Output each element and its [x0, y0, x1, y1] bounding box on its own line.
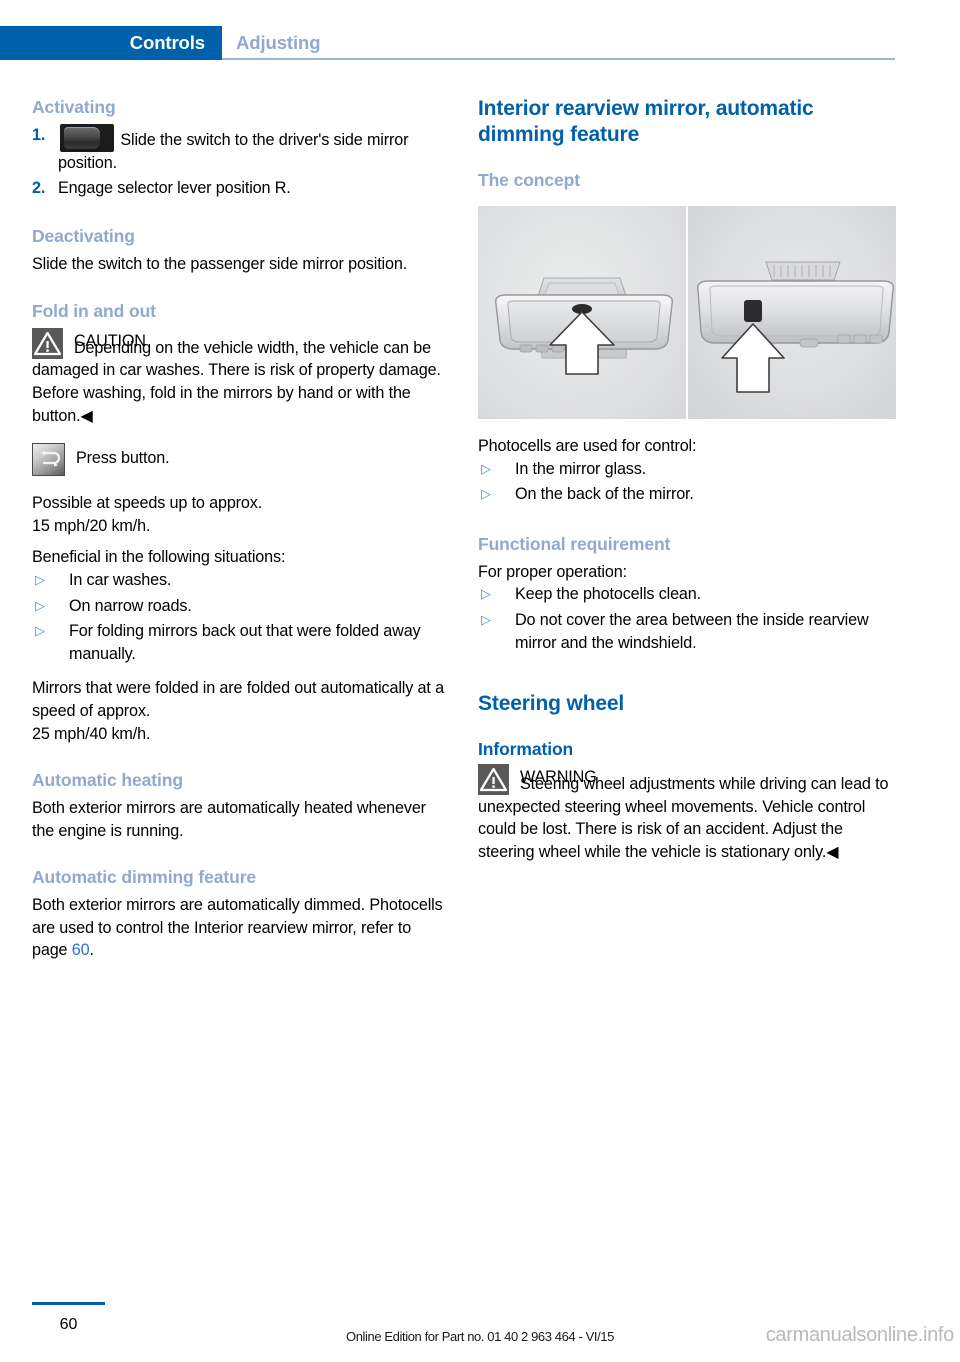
speed-note-line1: Possible at speeds up to approx.: [32, 494, 263, 513]
tab-adjusting[interactable]: Adjusting: [236, 26, 321, 60]
caution-text: Depending on the vehicle width, the vehi…: [32, 338, 441, 425]
triangle-bullet-icon: ▷: [481, 611, 491, 627]
list-item: 2. Engage selector lever position R.: [32, 177, 450, 200]
speed-note-line2: 15 mph/20 km/h.: [32, 516, 151, 535]
heading-deactivating: Deactivating: [32, 226, 135, 247]
situations-list: ▷ In car washes. ▷ On narrow roads. ▷ Fo…: [32, 569, 450, 665]
unfold-note-line2: 25 mph/40 km/h.: [32, 724, 151, 743]
list-item-label: In the mirror glass.: [515, 459, 647, 478]
functional-intro: For proper operation:: [478, 562, 627, 581]
triangle-bullet-icon: ▷: [35, 597, 45, 613]
situations-intro: Beneficial in the following situations:: [32, 548, 286, 567]
activating-steps: 1. Slide the switch to the driver's side…: [32, 124, 450, 199]
list-item: ▷ Do not cover the area between the insi…: [478, 609, 896, 654]
deactivating-text: Slide the switch to the passenger side m…: [32, 255, 408, 274]
left-column: Activating 1. Slide the switch to the dr…: [32, 96, 450, 962]
fold-button-row: Press button.: [32, 443, 450, 477]
list-item: ▷ For folding mirrors back out that were…: [32, 620, 450, 665]
figure-panel-mirror-back: [688, 206, 896, 419]
rocker-switch-icon: [60, 124, 114, 152]
photocell-locations-list: ▷ In the mirror glass. ▷ On the back of …: [478, 458, 896, 506]
page-header: Controls Adjusting: [0, 26, 960, 60]
heading-automatic-dimming: Automatic dimming feature: [32, 867, 257, 888]
header-divider: [222, 58, 895, 60]
list-item-label: Do not cover the area between the inside…: [515, 610, 869, 652]
heading-automatic-heating: Automatic heating: [32, 770, 183, 791]
automatic-dimming-text-part2: .: [89, 941, 94, 960]
list-item: 1. Slide the switch to the driver's side…: [32, 124, 450, 175]
heading-the-concept: The concept: [478, 170, 580, 190]
heading-steering-wheel: Steering wheel: [478, 692, 625, 716]
list-item-label: In car washes.: [69, 570, 172, 589]
list-item-label: On the back of the mirror.: [515, 485, 694, 504]
photocell-intro: Photocells are used for control:: [478, 437, 697, 455]
heading-interior-rearview-mirror: Interior rearview mirror, automatic dimm…: [478, 97, 814, 146]
step-text: Engage selector lever position R.: [58, 178, 291, 197]
list-item-label: For folding mirrors back out that were f…: [69, 622, 421, 663]
caution-triangle-icon: [32, 327, 63, 359]
list-item: ▷ On narrow roads.: [32, 595, 450, 618]
functional-requirement-list: ▷ Keep the photocells clean. ▷ Do not co…: [478, 583, 896, 654]
step-number: 1.: [32, 126, 46, 144]
triangle-bullet-icon: ▷: [35, 571, 45, 587]
list-item-label: Keep the photocells clean.: [515, 585, 701, 604]
list-item: ▷ In the mirror glass.: [478, 458, 896, 481]
triangle-bullet-icon: ▷: [481, 486, 491, 502]
list-item: ▷ Keep the photocells clean.: [478, 583, 896, 606]
tab-controls[interactable]: Controls: [0, 26, 222, 60]
page-reference-link[interactable]: 60: [72, 941, 90, 959]
triangle-bullet-icon: ▷: [481, 586, 491, 602]
step-number: 2.: [32, 178, 46, 197]
watermark: carmanualsonline.info: [765, 1324, 955, 1346]
list-item-label: On narrow roads.: [69, 596, 192, 615]
automatic-dimming-text: Both exterior mirrors are automatically …: [32, 894, 450, 962]
triangle-bullet-icon: ▷: [481, 460, 491, 476]
list-item: ▷ In car washes.: [32, 569, 450, 592]
fold-button-label: Press button.: [76, 449, 170, 468]
unfold-note-line1: Mirrors that were folded in are folded o…: [32, 679, 444, 720]
heading-information: Information: [478, 739, 574, 760]
warning-triangle-icon: [478, 764, 509, 796]
right-column: Interior rearview mirror, automatic dimm…: [478, 96, 896, 864]
automatic-heating-text: Both exterior mirrors are automatically …: [32, 799, 426, 840]
figure-panel-mirror-front: [478, 206, 686, 419]
triangle-bullet-icon: ▷: [35, 623, 45, 639]
heading-activating: Activating: [32, 97, 116, 117]
warning-text: Steering wheel adjustments while driving…: [478, 775, 889, 861]
rearview-mirror-figure: [478, 206, 896, 419]
fold-mirror-button-icon: [32, 443, 65, 477]
heading-functional-requirement: Functional requirement: [478, 533, 671, 554]
footer-divider: [32, 1302, 105, 1305]
list-item: ▷ On the back of the mirror.: [478, 483, 896, 506]
heading-fold-in-and-out: Fold in and out: [32, 300, 156, 321]
